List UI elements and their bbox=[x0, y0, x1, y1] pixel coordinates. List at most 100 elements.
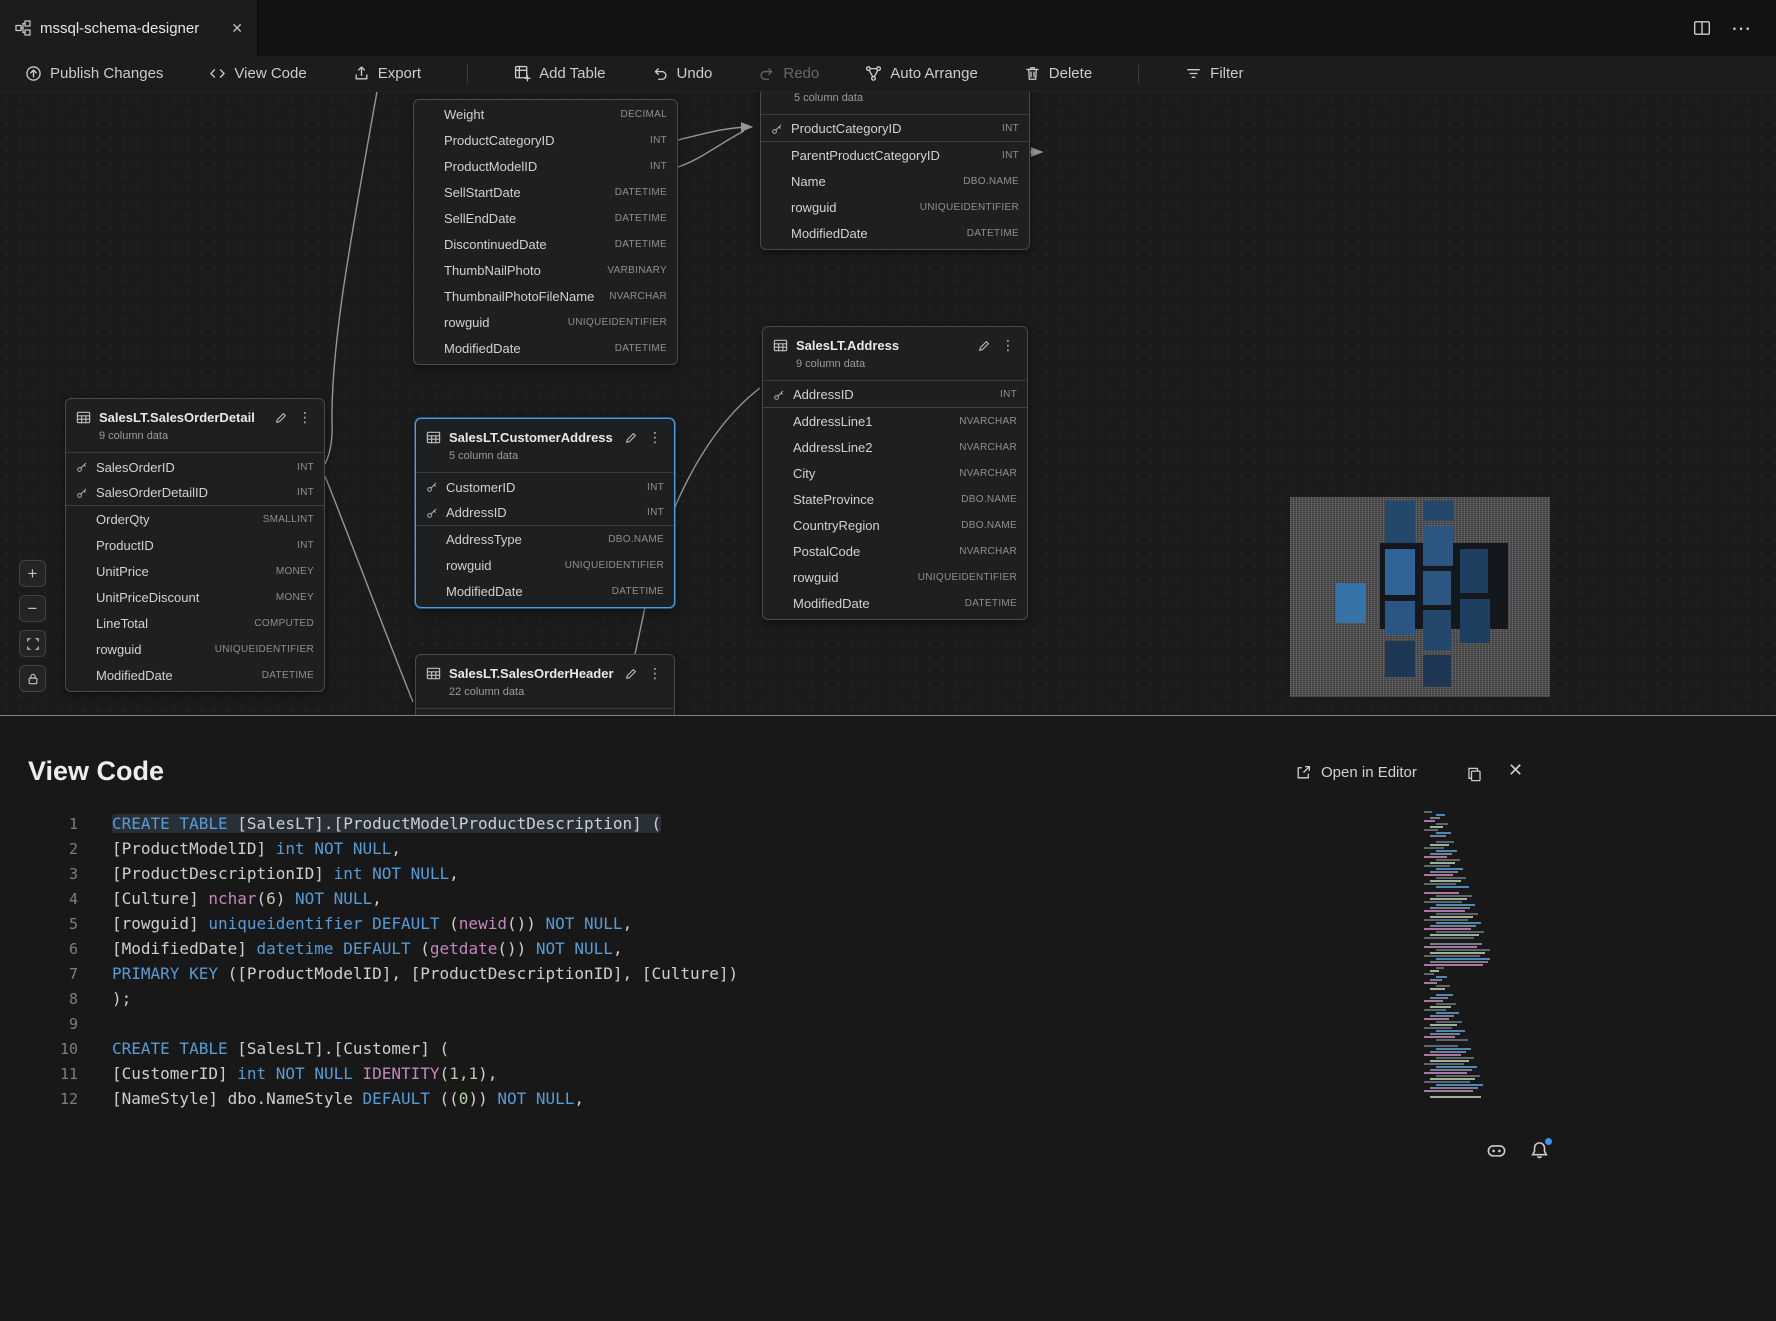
table-card-product-category[interactable]: ⋮5 column dataProductCategoryIDINTParent… bbox=[760, 92, 1030, 250]
table-row-ProductCategoryID[interactable]: ProductCategoryIDINT bbox=[414, 127, 677, 153]
tab-close-icon[interactable]: ✕ bbox=[227, 18, 247, 39]
table-row-ModifiedDate[interactable]: ModifiedDateDATETIME bbox=[416, 578, 674, 604]
redo-button[interactable]: Redo bbox=[758, 65, 819, 82]
code-line-12[interactable]: 12[NameStyle] dbo.NameStyle DEFAULT ((0)… bbox=[0, 1086, 738, 1111]
more-actions-icon[interactable]: ⋯ bbox=[1731, 16, 1752, 41]
table-row-ParentProductCategoryID[interactable]: ParentProductCategoryIDINT bbox=[761, 142, 1029, 168]
code-line-8[interactable]: 8); bbox=[0, 986, 738, 1011]
column-type: DATETIME bbox=[615, 213, 667, 224]
code-line-6[interactable]: 6[ModifiedDate] datetime DEFAULT (getdat… bbox=[0, 936, 738, 961]
table-card-address[interactable]: SalesLT.Address⋮9 column dataAddressIDIN… bbox=[762, 326, 1028, 620]
table-row-ThumbNailPhoto[interactable]: ThumbNailPhotoVARBINARY bbox=[414, 257, 677, 283]
close-panel-icon[interactable]: ✕ bbox=[1508, 760, 1523, 781]
table-row-rowguid[interactable]: rowguidUNIQUEIDENTIFIER bbox=[763, 564, 1027, 590]
view-code-button[interactable]: View Code bbox=[209, 65, 306, 82]
column-type: NVARCHAR bbox=[959, 468, 1017, 479]
table-row-PostalCode[interactable]: PostalCodeNVARCHAR bbox=[763, 538, 1027, 564]
table-row-AddressID[interactable]: AddressIDINT bbox=[416, 500, 674, 526]
table-row-Name[interactable]: NameDBO.NAME bbox=[761, 168, 1029, 194]
filter-button[interactable]: Filter bbox=[1185, 65, 1243, 82]
column-type: INT bbox=[297, 462, 314, 473]
copy-icon[interactable] bbox=[1466, 766, 1483, 783]
code-line-1[interactable]: 1CREATE TABLE [SalesLT].[ProductModelPro… bbox=[0, 811, 738, 836]
table-row-rowguid[interactable]: rowguidUNIQUEIDENTIFIER bbox=[414, 309, 677, 335]
add-table-button[interactable]: Add Table bbox=[514, 65, 605, 82]
line-number: 6 bbox=[0, 940, 78, 958]
diagram-minimap[interactable] bbox=[1290, 497, 1550, 697]
zoom-out-button[interactable]: − bbox=[19, 595, 46, 622]
table-row-ProductID[interactable]: ProductIDINT bbox=[66, 532, 324, 558]
copilot-icon[interactable] bbox=[1486, 1140, 1507, 1161]
column-name: OrderQty bbox=[96, 512, 255, 527]
table-row-UnitPrice[interactable]: UnitPriceMONEY bbox=[66, 558, 324, 584]
edit-table-icon[interactable] bbox=[624, 667, 638, 681]
table-card-product[interactable]: WeightDECIMALProductCategoryIDINTProduct… bbox=[413, 99, 678, 365]
table-row-CustomerID[interactable]: CustomerIDINT bbox=[416, 474, 674, 500]
export-button[interactable]: Export bbox=[353, 65, 421, 82]
table-row-UnitPriceDiscount[interactable]: UnitPriceDiscountMONEY bbox=[66, 584, 324, 610]
table-row-AddressLine1[interactable]: AddressLine1NVARCHAR bbox=[763, 408, 1027, 434]
table-row-CountryRegion[interactable]: CountryRegionDBO.NAME bbox=[763, 512, 1027, 538]
tab-mssql-schema-designer[interactable]: mssql-schema-designer ✕ bbox=[0, 0, 258, 56]
table-row-DiscontinuedDate[interactable]: DiscontinuedDateDATETIME bbox=[414, 231, 677, 257]
code-minimap[interactable] bbox=[1424, 811, 1490, 1107]
column-name: ModifiedDate bbox=[793, 596, 957, 611]
schema-canvas[interactable]: WeightDECIMALProductCategoryIDINTProduct… bbox=[0, 92, 1776, 715]
table-row-SalesOrderDetailID[interactable]: SalesOrderDetailIDINT bbox=[66, 480, 324, 506]
table-row-ThumbnailPhotoFileName[interactable]: ThumbnailPhotoFileNameNVARCHAR bbox=[414, 283, 677, 309]
fit-view-button[interactable] bbox=[19, 630, 46, 657]
column-name: AddressID bbox=[446, 505, 639, 520]
table-row-ProductCategoryID[interactable]: ProductCategoryIDINT bbox=[761, 116, 1029, 142]
table-row-SellEndDate[interactable]: SellEndDateDATETIME bbox=[414, 205, 677, 231]
table-row-Weight[interactable]: WeightDECIMAL bbox=[414, 101, 677, 127]
table-card-sales-order-detail[interactable]: SalesLT.SalesOrderDetail⋮9 column dataSa… bbox=[65, 398, 325, 692]
table-row-AddressID[interactable]: AddressIDINT bbox=[763, 382, 1027, 408]
table-row-rowguid[interactable]: rowguidUNIQUEIDENTIFIER bbox=[761, 194, 1029, 220]
table-card-customer-address[interactable]: SalesLT.CustomerAddress⋮5 column dataCus… bbox=[415, 418, 675, 608]
code-line-2[interactable]: 2[ProductModelID] int NOT NULL, bbox=[0, 836, 738, 861]
open-in-editor-button[interactable]: Open in Editor bbox=[1295, 764, 1417, 781]
table-card-sales-order-header[interactable]: SalesLT.SalesOrderHeader⋮22 column dataS… bbox=[415, 654, 675, 715]
table-more-icon[interactable]: ⋮ bbox=[999, 337, 1017, 354]
code-line-5[interactable]: 5[rowguid] uniqueidentifier DEFAULT (new… bbox=[0, 911, 738, 936]
zoom-in-button[interactable]: + bbox=[19, 560, 46, 587]
table-row-ModifiedDate[interactable]: ModifiedDateDATETIME bbox=[761, 220, 1029, 246]
table-row-ModifiedDate[interactable]: ModifiedDateDATETIME bbox=[763, 590, 1027, 616]
delete-button[interactable]: Delete bbox=[1024, 65, 1092, 82]
table-row-rowguid[interactable]: rowguidUNIQUEIDENTIFIER bbox=[416, 552, 674, 578]
lock-button[interactable] bbox=[19, 665, 46, 692]
edit-table-icon[interactable] bbox=[977, 339, 991, 353]
code-line-4[interactable]: 4[Culture] nchar(6) NOT NULL, bbox=[0, 886, 738, 911]
undo-button[interactable]: Undo bbox=[652, 65, 713, 82]
table-row-AddressLine2[interactable]: AddressLine2NVARCHAR bbox=[763, 434, 1027, 460]
sql-code-editor[interactable]: 1CREATE TABLE [SalesLT].[ProductModelPro… bbox=[0, 811, 738, 1111]
code-line-3[interactable]: 3[ProductDescriptionID] int NOT NULL, bbox=[0, 861, 738, 886]
table-row-ProductModelID[interactable]: ProductModelIDINT bbox=[414, 153, 677, 179]
split-editor-icon[interactable] bbox=[1693, 19, 1711, 37]
table-more-icon[interactable]: ⋮ bbox=[646, 429, 664, 446]
edit-table-icon[interactable] bbox=[624, 431, 638, 445]
publish-changes-button[interactable]: Publish Changes bbox=[25, 65, 163, 82]
table-row-ModifiedDate[interactable]: ModifiedDateDATETIME bbox=[66, 662, 324, 688]
table-row-rowguid[interactable]: rowguidUNIQUEIDENTIFIER bbox=[66, 636, 324, 662]
table-more-icon[interactable]: ⋮ bbox=[646, 665, 664, 682]
table-row-City[interactable]: CityNVARCHAR bbox=[763, 460, 1027, 486]
code-line-7[interactable]: 7PRIMARY KEY ([ProductModelID], [Product… bbox=[0, 961, 738, 986]
table-row-OrderQty[interactable]: OrderQtySMALLINT bbox=[66, 506, 324, 532]
table-row-ModifiedDate[interactable]: ModifiedDateDATETIME bbox=[414, 335, 677, 361]
table-more-icon[interactable]: ⋮ bbox=[296, 409, 314, 426]
edit-table-icon[interactable] bbox=[274, 411, 288, 425]
table-row-AddressType[interactable]: AddressTypeDBO.NAME bbox=[416, 526, 674, 552]
table-row-LineTotal[interactable]: LineTotalCOMPUTED bbox=[66, 610, 324, 636]
table-row-SalesOrderID[interactable]: SalesOrderIDINT bbox=[66, 454, 324, 480]
code-line-10[interactable]: 10CREATE TABLE [SalesLT].[Customer] ( bbox=[0, 1036, 738, 1061]
notifications-bell-icon[interactable] bbox=[1529, 1140, 1550, 1161]
auto-arrange-button[interactable]: Auto Arrange bbox=[865, 65, 978, 82]
minimap-node bbox=[1336, 583, 1366, 623]
delete-icon bbox=[1024, 65, 1041, 82]
code-line-9[interactable]: 9 bbox=[0, 1011, 738, 1036]
table-row-StateProvince[interactable]: StateProvinceDBO.NAME bbox=[763, 486, 1027, 512]
code-line-11[interactable]: 11[CustomerID] int NOT NULL IDENTITY(1,1… bbox=[0, 1061, 738, 1086]
table-row-SellStartDate[interactable]: SellStartDateDATETIME bbox=[414, 179, 677, 205]
code-icon bbox=[209, 65, 226, 82]
